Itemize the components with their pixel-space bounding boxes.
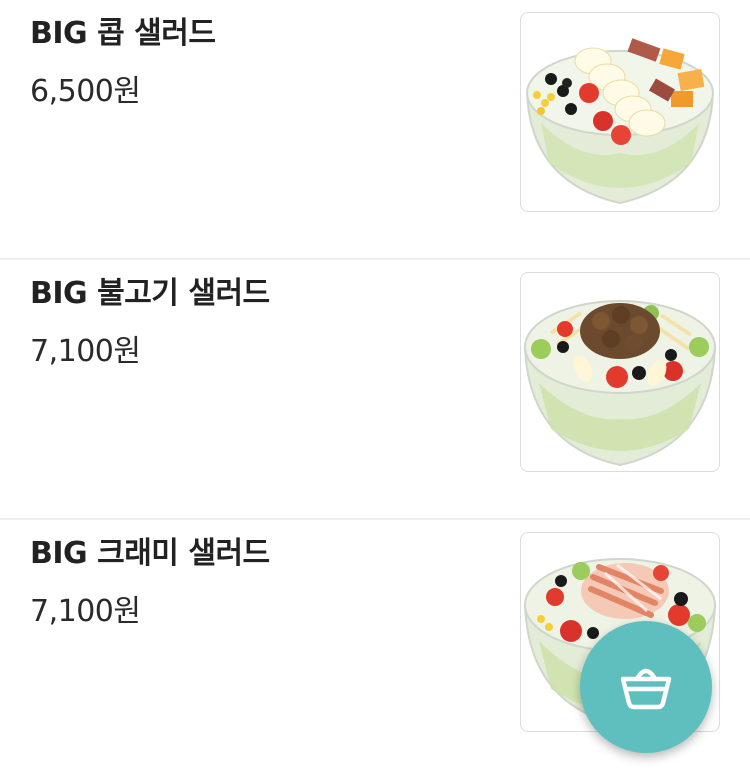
cobb-salad-image[interactable] [520, 12, 720, 212]
item-price: 7,100원 [30, 594, 141, 629]
cart-button[interactable] [580, 621, 712, 753]
item-name: BIG 콥 샐러드 [30, 16, 216, 51]
menu-item[interactable]: BIG 불고기 샐러드 7,100원 [0, 260, 750, 520]
menu-item[interactable]: BIG 콥 샐러드 6,500원 [0, 0, 750, 260]
bulgogi-salad-image[interactable] [520, 272, 720, 472]
item-price: 7,100원 [30, 334, 141, 369]
shopping-basket-icon [618, 657, 674, 717]
item-price: 6,500원 [30, 74, 141, 109]
item-name: BIG 불고기 샐러드 [30, 276, 270, 311]
item-name: BIG 크래미 샐러드 [30, 536, 270, 571]
